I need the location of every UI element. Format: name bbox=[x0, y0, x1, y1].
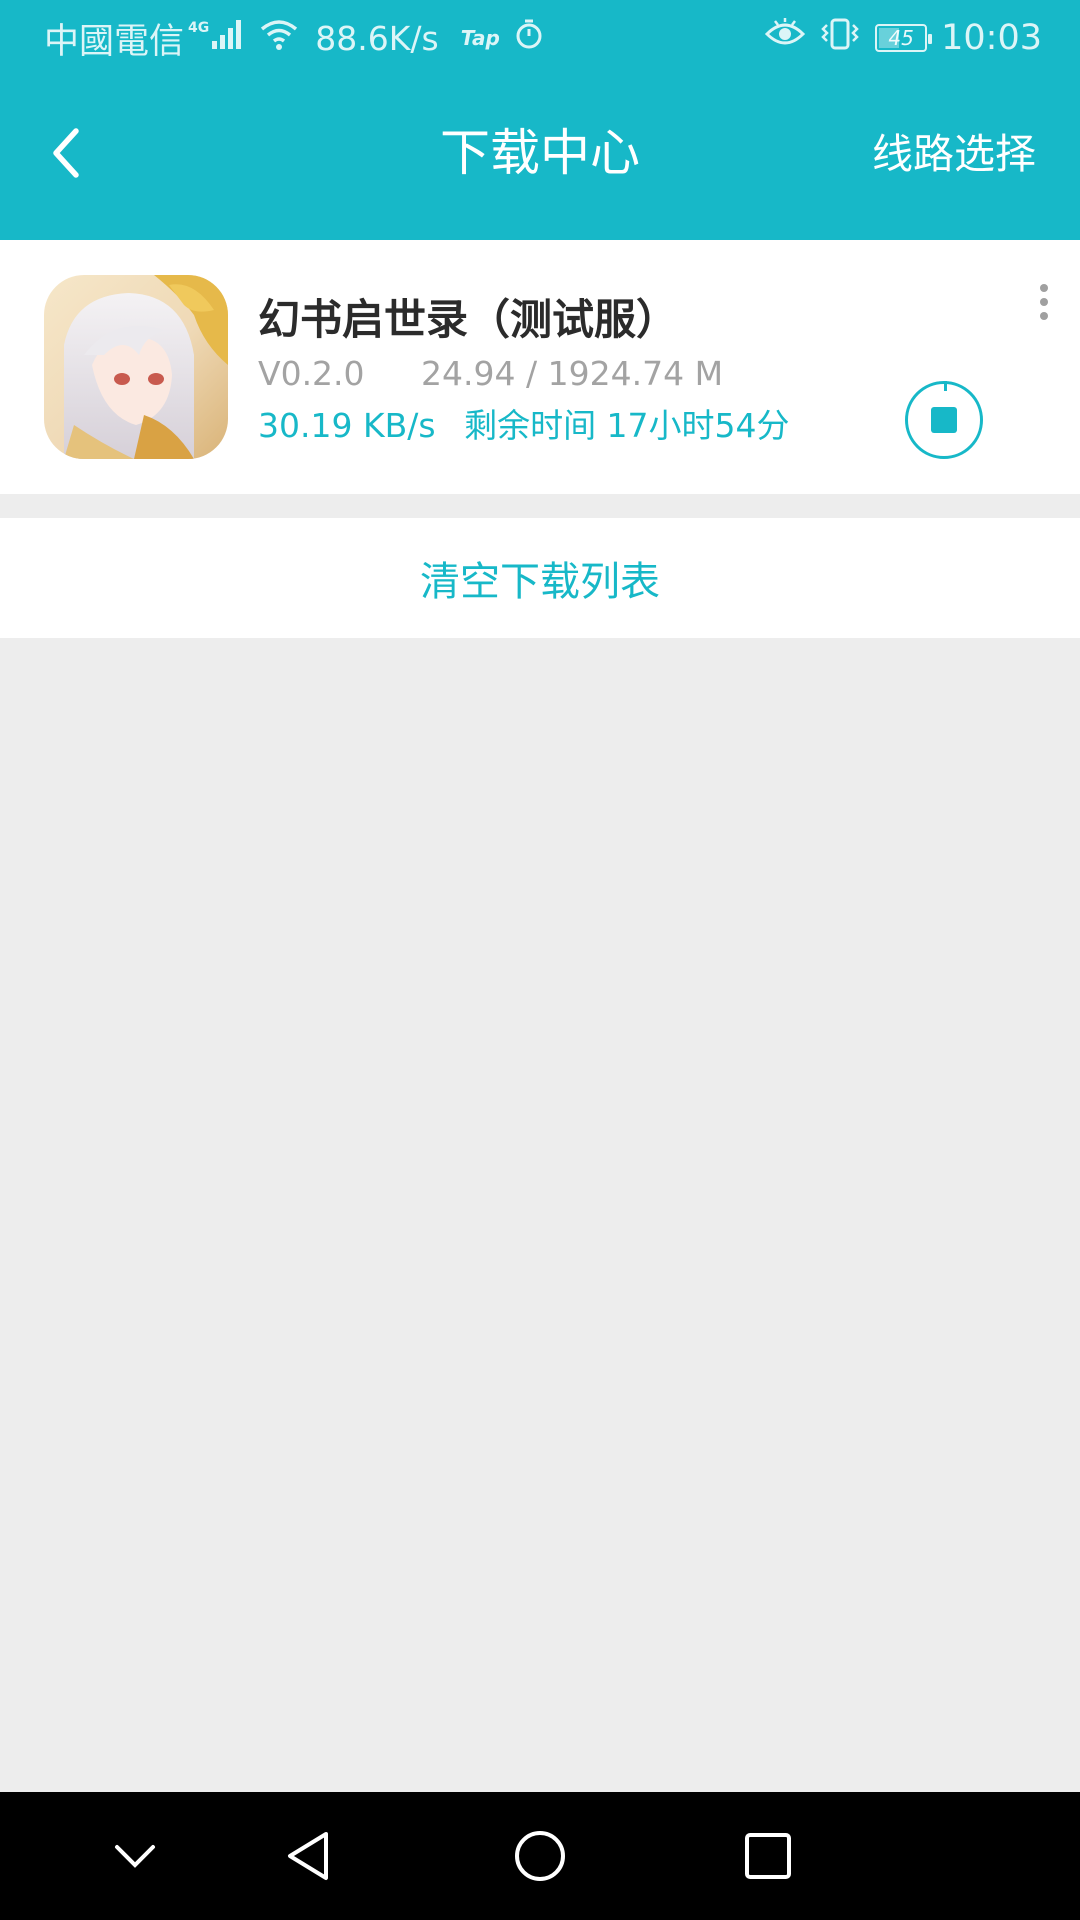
status-bar: 中國電信 4G 88.6K/s Tap 45 10:03 bbox=[0, 0, 1080, 76]
home-circle-icon bbox=[515, 1831, 565, 1881]
recents-square-icon bbox=[745, 1833, 791, 1879]
chevron-left-icon bbox=[53, 128, 79, 178]
download-status: 30.19 KB/s 剩余时间 17小时54分 bbox=[258, 404, 790, 448]
timer-icon bbox=[514, 18, 544, 59]
more-vertical-icon[interactable] bbox=[1028, 272, 1060, 332]
battery-icon: 45 bbox=[875, 24, 933, 52]
download-meta: V0.2.0 24.94 / 1924.74 M bbox=[258, 352, 723, 396]
status-right: 45 10:03 bbox=[765, 14, 1042, 62]
carrier-name: 中國電信 bbox=[44, 21, 185, 62]
title-bar: 下载中心 线路选择 bbox=[0, 96, 1080, 216]
app-icon bbox=[44, 275, 228, 459]
status-left: 中國電信 4G 88.6K/s Tap bbox=[44, 14, 544, 62]
tap-icon: Tap bbox=[460, 26, 500, 50]
battery-level: 45 bbox=[888, 26, 914, 50]
stop-download-button[interactable] bbox=[905, 381, 983, 459]
wifi-icon bbox=[259, 17, 299, 60]
nav-back-button[interactable] bbox=[268, 1816, 348, 1896]
route-select-button[interactable]: 线路选择 bbox=[872, 130, 1036, 178]
vibrate-icon bbox=[819, 17, 861, 60]
back-triangle-icon bbox=[288, 1832, 328, 1880]
more-dot bbox=[1040, 298, 1048, 306]
remaining-time: 剩余时间 17小时54分 bbox=[464, 406, 790, 445]
nav-recents-button[interactable] bbox=[728, 1816, 808, 1896]
app-header: 中國電信 4G 88.6K/s Tap 45 10:03 下载中心 线路选择 bbox=[0, 0, 1080, 240]
clock: 10:03 bbox=[941, 18, 1042, 58]
stop-icon bbox=[931, 407, 957, 433]
back-button[interactable] bbox=[38, 118, 94, 188]
system-nav-bar bbox=[0, 1792, 1080, 1920]
clear-download-list-label: 清空下载列表 bbox=[420, 559, 660, 605]
eye-icon bbox=[765, 17, 806, 59]
more-dot bbox=[1040, 284, 1048, 292]
network-type: 4G bbox=[188, 20, 210, 36]
progress-indicator bbox=[944, 381, 947, 391]
chevron-down-icon bbox=[115, 1845, 155, 1868]
app-name: 幻书启世录（测试服） bbox=[258, 295, 679, 344]
nav-home-button[interactable] bbox=[500, 1816, 580, 1896]
network-speed: 88.6K/s bbox=[315, 18, 439, 58]
download-speed: 30.19 KB/s bbox=[258, 406, 436, 445]
app-version: V0.2.0 bbox=[258, 354, 365, 393]
page-title: 下载中心 bbox=[440, 124, 640, 182]
download-size-progress: 24.94 / 1924.74 M bbox=[421, 354, 724, 393]
clear-download-list-button[interactable]: 清空下载列表 bbox=[0, 518, 1080, 638]
more-dot bbox=[1040, 312, 1048, 320]
download-item: 幻书启世录（测试服） V0.2.0 24.94 / 1924.74 M 30.1… bbox=[0, 240, 1080, 494]
signal-icon bbox=[211, 17, 245, 60]
nav-collapse-button[interactable] bbox=[95, 1816, 175, 1896]
